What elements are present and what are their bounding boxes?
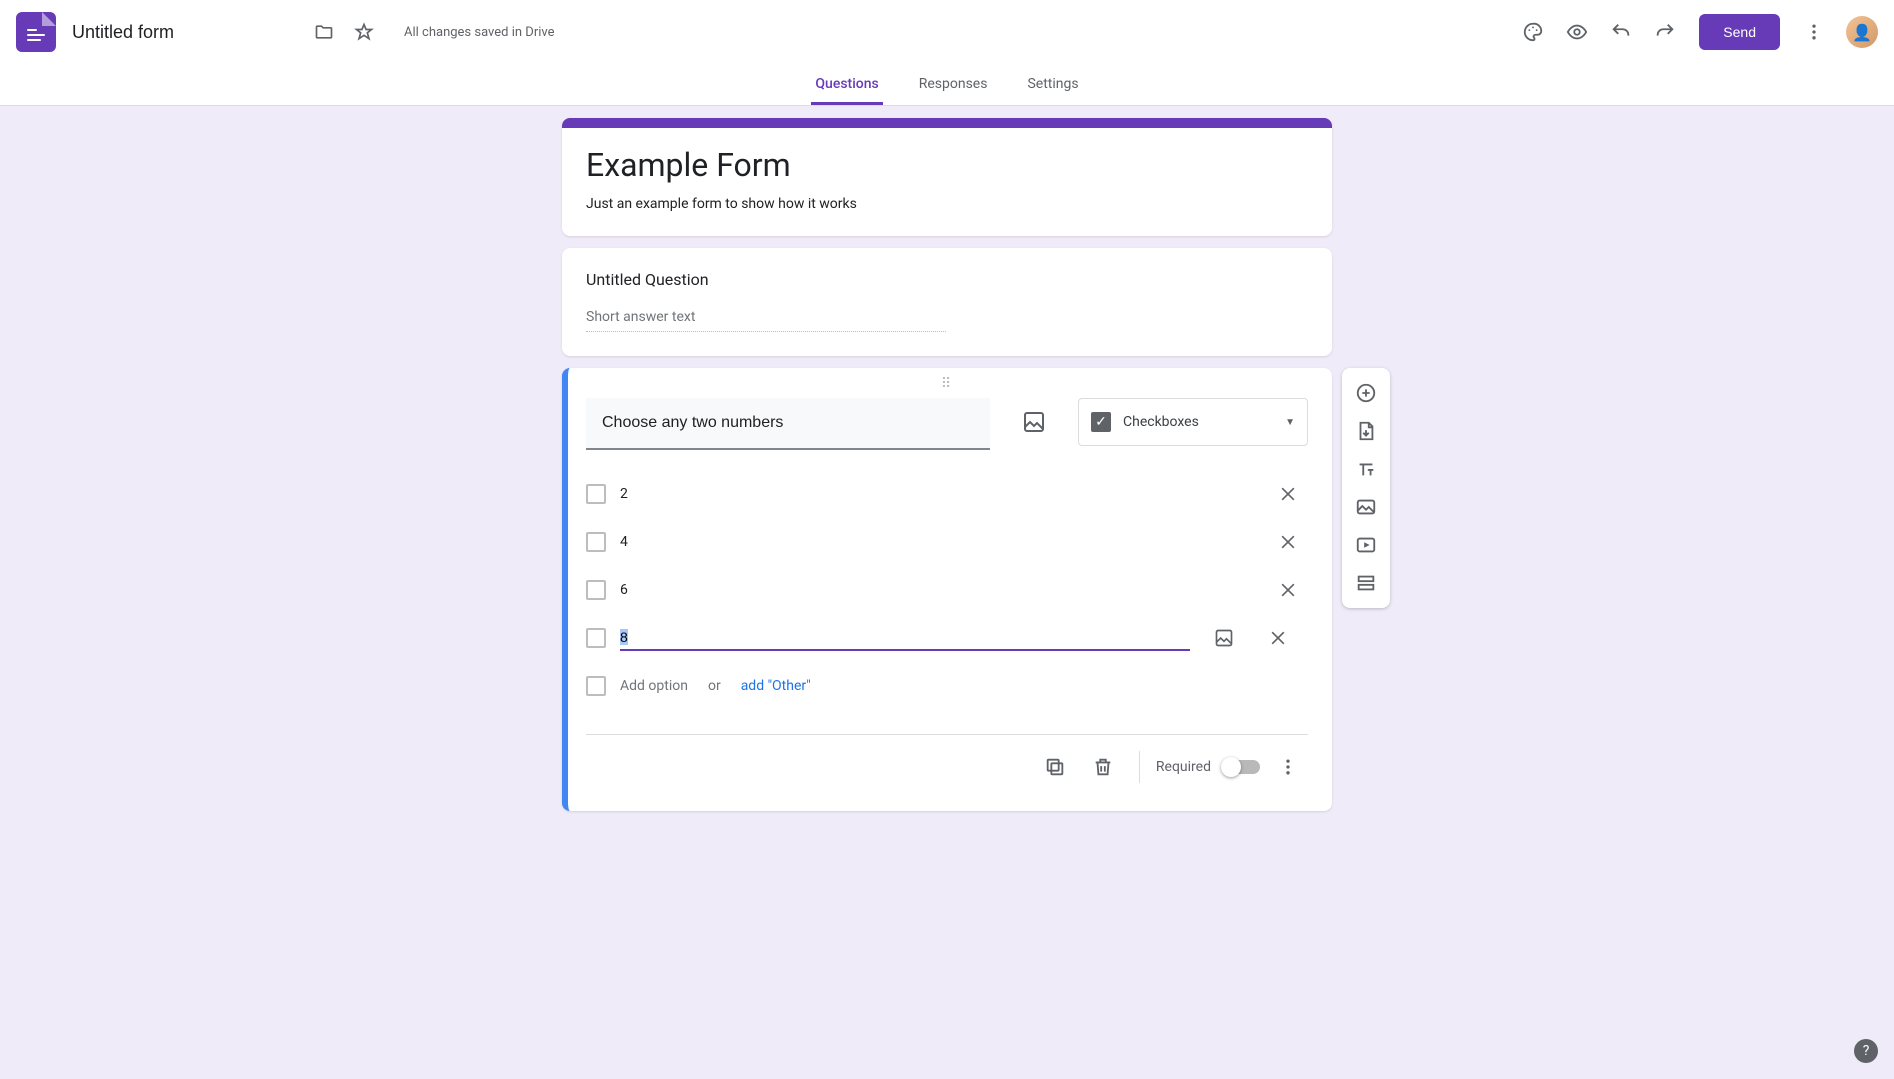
floating-toolbar bbox=[1342, 368, 1390, 608]
question-title[interactable]: Untitled Question bbox=[586, 270, 1308, 289]
more-vert-icon bbox=[1278, 757, 1298, 777]
form-canvas: Example Form Just an example form to sho… bbox=[562, 118, 1332, 863]
close-icon bbox=[1278, 484, 1298, 504]
add-other-button[interactable]: add "Other" bbox=[741, 678, 811, 694]
question-more-button[interactable] bbox=[1268, 747, 1308, 787]
checkbox-icon bbox=[586, 532, 606, 552]
question-card-checkboxes[interactable]: ⠿ ✓ Checkboxes ▼ 2 4 bbox=[562, 368, 1332, 811]
required-toggle[interactable] bbox=[1223, 760, 1260, 774]
question-footer: Required bbox=[586, 734, 1308, 787]
preview-button[interactable] bbox=[1557, 12, 1597, 52]
remove-option-button[interactable] bbox=[1258, 618, 1298, 658]
add-section-button[interactable] bbox=[1342, 564, 1390, 602]
option-input[interactable] bbox=[620, 625, 1190, 651]
close-icon bbox=[1278, 532, 1298, 552]
option-row: 2 bbox=[586, 470, 1308, 518]
undo-button[interactable] bbox=[1601, 12, 1641, 52]
checkbox-icon bbox=[586, 676, 606, 696]
forms-app-icon[interactable] bbox=[16, 12, 56, 52]
add-title-button[interactable] bbox=[1342, 450, 1390, 488]
tab-questions[interactable]: Questions bbox=[811, 64, 882, 105]
section-icon bbox=[1355, 572, 1377, 594]
checkbox-icon bbox=[586, 580, 606, 600]
checkbox-icon bbox=[586, 484, 606, 504]
or-text: or bbox=[708, 678, 721, 694]
tab-responses[interactable]: Responses bbox=[915, 64, 992, 105]
remove-option-button[interactable] bbox=[1268, 522, 1308, 562]
question-title-input[interactable] bbox=[586, 398, 990, 450]
remove-option-button[interactable] bbox=[1268, 570, 1308, 610]
customize-theme-button[interactable] bbox=[1513, 12, 1553, 52]
option-row: 4 bbox=[586, 518, 1308, 566]
short-answer-preview: Short answer text bbox=[586, 309, 946, 332]
more-vert-icon bbox=[1804, 22, 1824, 42]
plus-circle-icon bbox=[1355, 382, 1377, 404]
question-type-label: Checkboxes bbox=[1123, 414, 1273, 430]
save-status: All changes saved in Drive bbox=[404, 25, 555, 40]
chevron-down-icon: ▼ bbox=[1285, 417, 1295, 428]
drag-handle[interactable]: ⠿ bbox=[586, 376, 1308, 392]
account-avatar[interactable]: 👤 bbox=[1846, 16, 1878, 48]
option-row: 6 bbox=[586, 566, 1308, 614]
redo-icon bbox=[1654, 21, 1676, 43]
form-title[interactable]: Example Form bbox=[586, 146, 1308, 184]
image-icon bbox=[1214, 628, 1234, 648]
add-video-button[interactable] bbox=[1342, 526, 1390, 564]
form-name-input[interactable] bbox=[72, 22, 304, 43]
form-description[interactable]: Just an example form to show how it work… bbox=[586, 196, 1308, 212]
checkbox-type-icon: ✓ bbox=[1091, 412, 1111, 432]
add-option-row: Add option or add "Other" bbox=[586, 662, 1308, 710]
video-icon bbox=[1355, 534, 1377, 556]
tabs-bar: Questions Responses Settings bbox=[0, 64, 1894, 106]
star-button[interactable] bbox=[344, 12, 384, 52]
add-image-button[interactable] bbox=[1010, 398, 1058, 446]
import-questions-button[interactable] bbox=[1342, 412, 1390, 450]
option-label[interactable]: 6 bbox=[620, 578, 1254, 602]
required-label: Required bbox=[1156, 759, 1211, 775]
image-icon bbox=[1355, 496, 1377, 518]
redo-button[interactable] bbox=[1645, 12, 1685, 52]
add-question-button[interactable] bbox=[1342, 374, 1390, 412]
duplicate-button[interactable] bbox=[1035, 747, 1075, 787]
trash-icon bbox=[1092, 756, 1114, 778]
folder-icon bbox=[314, 22, 334, 42]
star-icon bbox=[354, 22, 374, 42]
question-card-short-answer[interactable]: Untitled Question Short answer text bbox=[562, 248, 1332, 356]
close-icon bbox=[1278, 580, 1298, 600]
question-type-dropdown[interactable]: ✓ Checkboxes ▼ bbox=[1078, 398, 1308, 446]
remove-option-button[interactable] bbox=[1268, 474, 1308, 514]
text-icon bbox=[1355, 458, 1377, 480]
option-label[interactable]: 4 bbox=[620, 530, 1254, 554]
undo-icon bbox=[1610, 21, 1632, 43]
help-button[interactable]: ? bbox=[1854, 1039, 1878, 1063]
import-icon bbox=[1355, 420, 1377, 442]
delete-button[interactable] bbox=[1083, 747, 1123, 787]
close-icon bbox=[1268, 628, 1288, 648]
tab-settings[interactable]: Settings bbox=[1023, 64, 1082, 105]
form-header-card[interactable]: Example Form Just an example form to sho… bbox=[562, 118, 1332, 236]
option-image-button[interactable] bbox=[1204, 618, 1244, 658]
copy-icon bbox=[1044, 756, 1066, 778]
image-icon bbox=[1022, 410, 1046, 434]
send-button[interactable]: Send bbox=[1699, 14, 1780, 50]
eye-icon bbox=[1566, 21, 1588, 43]
palette-icon bbox=[1522, 21, 1544, 43]
more-button[interactable] bbox=[1794, 12, 1834, 52]
app-header: All changes saved in Drive Send 👤 bbox=[0, 0, 1894, 64]
option-label[interactable]: 2 bbox=[620, 482, 1254, 506]
add-image-button-toolbar[interactable] bbox=[1342, 488, 1390, 526]
checkbox-icon bbox=[586, 628, 606, 648]
move-to-folder-button[interactable] bbox=[304, 12, 344, 52]
option-row-editing bbox=[586, 614, 1308, 662]
add-option-button[interactable]: Add option bbox=[620, 678, 688, 694]
